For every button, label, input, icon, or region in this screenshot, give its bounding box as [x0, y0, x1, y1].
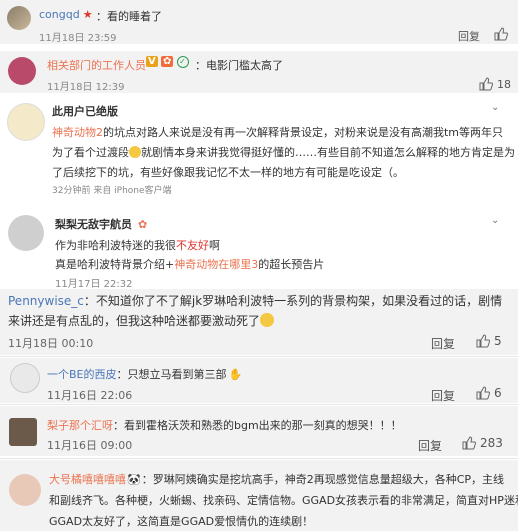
comment-row: 一个BE的西皮：只想立马看到第三部 ✋ 11月16日 22:06 回复 6: [0, 358, 518, 403]
comment-row: 梨子那个汇呀：看到霍格沃茨和熟悉的bgm出来的那一刻真的想哭！！！ 11月16日…: [0, 406, 518, 456]
comment-row: 相关部门的工作人员 V ✿ ✓ ：电影门槛太高了 11月18日 12:39 18: [0, 51, 518, 93]
avatar[interactable]: [8, 215, 44, 251]
like-button[interactable]: 18: [479, 77, 511, 91]
thumbs-up-icon: [476, 386, 491, 400]
divider: [0, 356, 518, 357]
thumbs-up-icon: [494, 27, 509, 41]
chevron-down-icon[interactable]: ⌄: [491, 215, 499, 226]
divider: [0, 458, 518, 459]
avatar[interactable]: [8, 57, 36, 85]
comment-text-line: 真是哈利波特背景介绍+神奇动物在哪里3的超长预告片: [55, 258, 325, 271]
comment-text-line: 大号橘嘻嘻嘻嘻🐼：罗琳阿姨确实是挖坑高手，神奇2再现感觉信息量超级大，各种CP，…: [49, 473, 505, 486]
avatar[interactable]: [7, 103, 45, 141]
username[interactable]: Pennywise_c: [8, 294, 84, 308]
comment-text-line: 来讲还是有点乱的，但我这种哈迷都要激动死了: [8, 312, 275, 329]
username[interactable]: 此用户已绝版: [52, 103, 118, 119]
divider: [0, 404, 518, 405]
like-button[interactable]: 5: [476, 334, 502, 348]
comment-text-line: 和副线齐飞。各种梗，火蜥蜴、找亲码、定情信物。GGAD女孩表示看的非常满足，简直…: [49, 494, 518, 507]
clap-emoji-icon: ✋: [228, 368, 243, 381]
timestamp: 11月16日 22:06: [47, 389, 133, 402]
thumbs-up-icon: [479, 77, 494, 91]
timestamp: 11月18日 12:39: [47, 82, 125, 93]
username[interactable]: congqd ★: [39, 8, 93, 21]
comment-text-line: 了后续挖下的坑，有些好像跟我记忆不太一样的地方有可能是吃设定（。: [52, 166, 404, 179]
username[interactable]: 相关部门的工作人员: [47, 57, 146, 73]
comment-text-line: Pennywise_c：不知道你了不了解jk罗琳哈利波特一系列的背景构架，如果没…: [8, 294, 503, 308]
avatar[interactable]: [7, 6, 31, 30]
comment-row: Pennywise_c：不知道你了不了解jk罗琳哈利波特一系列的背景构架，如果没…: [0, 289, 518, 355]
vip-badges: V ✿ ✓: [146, 56, 189, 68]
star-badge-icon: ★: [82, 8, 93, 21]
like-button[interactable]: 6: [476, 386, 502, 400]
avatar[interactable]: [9, 474, 41, 506]
reply-button[interactable]: 回复: [431, 387, 455, 404]
vip-badge-icon: ✿: [138, 218, 148, 231]
timestamp: 11月16日 09:00: [47, 439, 133, 452]
comment-row: 此用户已绝版 ⌄ 神奇动物2的坑点对路人来说是没有再一次解释背景设定，对粉来说是…: [0, 93, 518, 199]
avatar[interactable]: [10, 363, 40, 393]
timestamp: 11月18日 00:10: [8, 337, 94, 350]
timestamp: 11月18日 23:59: [39, 33, 117, 44]
comment-text-line: 梨子那个汇呀：看到霍格沃茨和熟悉的bgm出来的那一刻真的想哭！！！: [47, 419, 402, 432]
level-badge-icon: ✿: [160, 56, 174, 67]
comment-text-line: 神奇动物2的坑点对路人来说是没有再一次解释背景设定，对粉来说是没有高潮我tm等两…: [52, 126, 504, 139]
like-button[interactable]: [494, 27, 512, 41]
emoji-icon: [129, 146, 141, 158]
username[interactable]: 梨梨无敌宇航员 ✿: [55, 216, 147, 232]
comment-text-line: 作为非哈利波特迷的我很不友好啊: [55, 239, 220, 252]
reply-button[interactable]: 回复: [458, 28, 480, 44]
timestamp: 11月17日 22:32: [55, 279, 133, 290]
avatar[interactable]: [9, 418, 37, 446]
reply-button[interactable]: 回复: [418, 437, 442, 454]
chevron-down-icon[interactable]: ⌄: [491, 102, 499, 113]
comment-text: ：电影门槛太高了: [195, 59, 283, 72]
reply-button[interactable]: 回复: [431, 335, 455, 352]
username[interactable]: 梨子那个汇呀: [47, 419, 113, 432]
panda-emoji-icon: 🐼: [127, 473, 141, 486]
comment-text-line: GGAD太友好了，这简直是GGAD爱恨情仇的连续剧！: [49, 515, 314, 528]
comment-text-line: 为了看个过渡段 就剧情本身来讲我觉得挺好懂的……有些目前不知道怎么解释的地方肯定是…: [52, 146, 515, 159]
username[interactable]: 一个BE的西皮: [47, 368, 117, 381]
laughing-emoji-icon: [260, 313, 275, 327]
post-meta: 32分钟前 来自 iPhone客户端: [52, 186, 172, 196]
comment-row: 梨梨无敌宇航员 ✿ ⌄ 作为非哈利波特迷的我很不友好啊 真是哈利波特背景介绍+神奇…: [0, 203, 518, 290]
thumbs-up-icon: [476, 334, 491, 348]
thumbs-up-icon: [462, 436, 477, 450]
comment-row: 大号橘嘻嘻嘻嘻🐼：罗琳阿姨确实是挖坑高手，神奇2再现感觉信息量超级大，各种CP，…: [0, 460, 518, 531]
comment-text-line: 一个BE的西皮：只想立马看到第三部 ✋: [47, 368, 243, 381]
comment-row: congqd ★ ：看的睡着了 11月18日 23:59 回复: [0, 0, 518, 44]
comment-text: ：看的睡着了: [96, 10, 162, 23]
like-button[interactable]: 283: [462, 436, 503, 450]
v-badge-icon: V: [146, 56, 158, 67]
vip-badge-icon: ✓: [176, 56, 189, 68]
username[interactable]: 大号橘嘻嘻嘻嘻: [49, 473, 126, 486]
